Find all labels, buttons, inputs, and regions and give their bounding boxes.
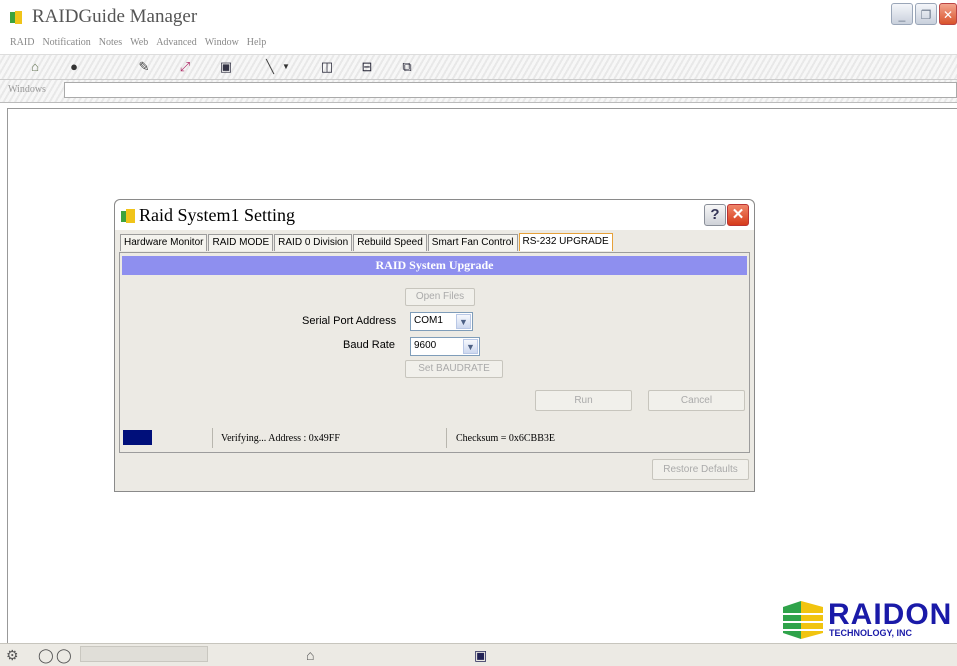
- status-checksum: Checksum = 0x6CBB3E: [456, 433, 555, 444]
- baud-rate-value: 9600: [414, 340, 437, 351]
- baud-rate-select[interactable]: 9600 ▼: [410, 337, 480, 356]
- upgrade-panel: RAID System Upgrade Open Files Serial Po…: [119, 252, 750, 453]
- circle-icon[interactable]: ◯: [38, 647, 54, 663]
- menu-advanced[interactable]: Advanced: [156, 37, 197, 48]
- menu-raid[interactable]: RAID: [10, 37, 34, 48]
- dialog-logo-icon: [121, 209, 135, 223]
- computers-icon[interactable]: ▣: [474, 647, 487, 663]
- windows-label: Windows: [8, 84, 46, 95]
- tab-rebuild-speed[interactable]: Rebuild Speed: [353, 234, 427, 251]
- logo-name: RAIDON: [828, 598, 953, 631]
- dialog-title: Raid System1 Setting: [139, 205, 296, 225]
- tab-strip: Hardware Monitor RAID MODE RAID 0 Division…: [120, 233, 614, 251]
- baud-rate-label: Baud Rate: [343, 339, 395, 351]
- printer-icon[interactable]: ⌂: [306, 647, 314, 663]
- logo-subtitle: TECHNOLOGY, INC: [829, 628, 913, 638]
- serial-port-select[interactable]: COM1 ▼: [410, 312, 473, 331]
- raid-setting-dialog: Raid System1 Setting ? ✕ Hardware Monito…: [114, 199, 755, 492]
- open-icon[interactable]: ⌂: [27, 59, 43, 75]
- run-button[interactable]: Run: [535, 390, 632, 411]
- app-logo-icon: [10, 11, 22, 24]
- app-title: RAIDGuide Manager: [32, 6, 198, 27]
- menu-notification[interactable]: Notification: [42, 37, 90, 48]
- status-divider: [446, 428, 447, 448]
- menu-web[interactable]: Web: [130, 37, 148, 48]
- restore-button[interactable]: ❐: [915, 3, 937, 25]
- move-icon[interactable]: ⤢: [177, 59, 193, 75]
- disc-icon[interactable]: ●: [66, 59, 82, 75]
- network-icon[interactable]: ⚙: [6, 647, 19, 663]
- windows-field[interactable]: [64, 82, 957, 98]
- menu-window[interactable]: Window: [205, 37, 239, 48]
- tab-raid0-division[interactable]: RAID 0 Division: [274, 234, 353, 251]
- toolbar: ⌂ ● ✎ ⤢ ▣ ╲ ▼ ◫ ⊟ ⧉: [0, 54, 957, 80]
- open-files-button[interactable]: Open Files: [405, 288, 475, 306]
- tab-hardware-monitor[interactable]: Hardware Monitor: [120, 234, 208, 251]
- tile-horizontal-icon[interactable]: ⊟: [359, 59, 375, 75]
- menu-help[interactable]: Help: [247, 37, 266, 48]
- tile-vertical-icon[interactable]: ◫: [319, 59, 335, 75]
- dialog-close-button[interactable]: ✕: [727, 204, 749, 226]
- serial-port-label: Serial Port Address: [302, 315, 397, 327]
- restore-defaults-button[interactable]: Restore Defaults: [652, 459, 749, 480]
- set-baudrate-button[interactable]: Set BAUDRATE: [405, 360, 503, 378]
- tab-rs232-upgrade[interactable]: RS-232 UPGRADE: [518, 233, 613, 251]
- chevron-down-icon[interactable]: ▼: [456, 314, 471, 329]
- tab-raid-mode[interactable]: RAID MODE: [208, 234, 274, 251]
- cascade-icon[interactable]: ⧉: [399, 59, 415, 75]
- raidon-logo-icon: [783, 601, 823, 639]
- menu-bar: RAID Notification Notes Web Advanced Window He…: [0, 36, 957, 54]
- progress-bar: [123, 430, 152, 445]
- circle-icon[interactable]: ◯: [56, 647, 72, 663]
- status-divider: [212, 428, 213, 448]
- menu-notes[interactable]: Notes: [99, 37, 122, 48]
- tab-smart-fan-control[interactable]: Smart Fan Control: [427, 234, 518, 251]
- minimize-button[interactable]: _: [891, 3, 913, 25]
- cancel-button[interactable]: Cancel: [648, 390, 745, 411]
- chevron-down-icon[interactable]: ▼: [463, 339, 478, 354]
- close-button[interactable]: ✕: [939, 3, 957, 25]
- help-button[interactable]: ?: [704, 204, 726, 226]
- monitor-icon[interactable]: ▣: [218, 59, 234, 75]
- status-verifying: Verifying... Address : 0x49FF: [221, 433, 340, 444]
- tools-icon[interactable]: ╲: [262, 59, 278, 75]
- status-field: [80, 646, 208, 662]
- panel-header: RAID System Upgrade: [122, 256, 747, 275]
- edit-icon[interactable]: ✎: [136, 59, 152, 75]
- serial-port-value: COM1: [414, 315, 443, 326]
- dropdown-arrow-icon[interactable]: ▼: [278, 59, 294, 75]
